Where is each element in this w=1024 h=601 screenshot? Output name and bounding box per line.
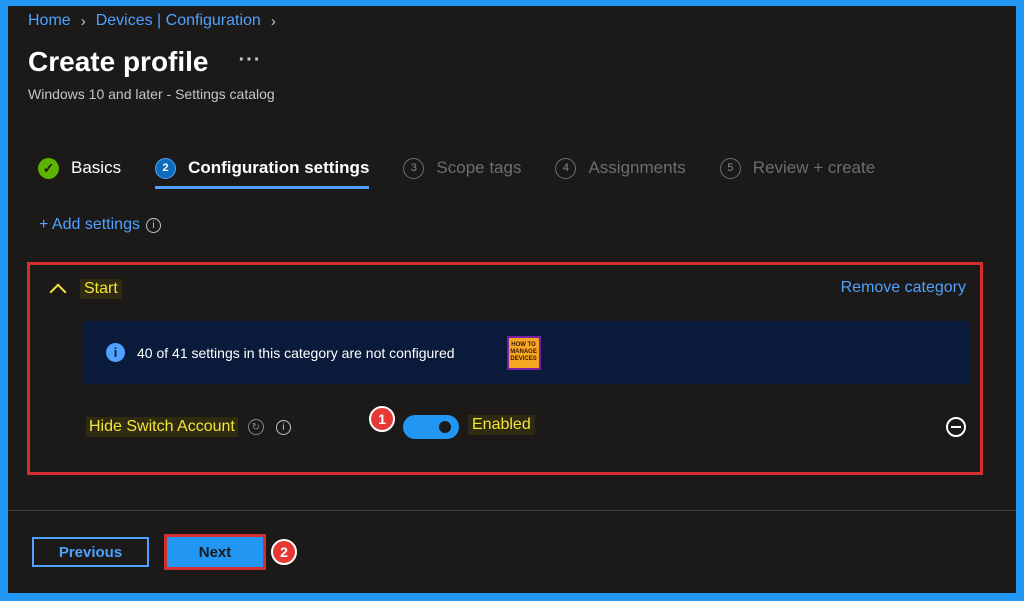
toggle-state-label: Enabled [468,415,535,435]
step-label: Assignments [588,158,686,177]
next-button-highlight: Next [164,534,266,570]
setting-row-hide-switch-account: Hide Switch Account ↻ i 1 Enabled [86,406,966,444]
step-number-icon: 2 [155,157,177,179]
footer-divider [8,510,1016,511]
breadcrumb-home[interactable]: Home [28,12,71,30]
add-settings-label[interactable]: + Add settings [39,216,140,234]
info-icon[interactable]: i [275,419,291,435]
step-label: Basics [71,158,122,177]
more-options-icon[interactable]: ··· [239,49,262,72]
page-title: Create profile [28,46,209,77]
step-label: Scope tags [436,158,522,177]
step-number-icon: 3 [403,157,425,179]
page-subtitle: Windows 10 and later - Settings catalog [28,86,275,102]
chevron-right-icon: › [80,12,86,30]
step-number-icon: 4 [555,157,577,179]
category-header[interactable]: Start [49,279,122,301]
category-title: Start [80,279,122,299]
chevron-right-icon: › [270,12,276,30]
step-label: Configuration settings [188,158,370,177]
info-filled-icon: i [106,343,125,362]
enabled-toggle[interactable] [403,415,459,439]
app-frame: Home › Devices | Configuration › Create … [8,6,1016,593]
step-basics[interactable]: ✓ Basics [38,151,121,185]
step-review-create[interactable]: 5 Review + create [719,151,876,185]
setting-label: Hide Switch Account [86,417,238,437]
page-title-row: Create profile ··· [28,46,261,78]
step-scope-tags[interactable]: 3 Scope tags [403,151,521,185]
next-button[interactable]: Next [167,537,263,567]
step-configuration-settings[interactable]: 2 Configuration settings [155,151,370,189]
info-banner: i 40 of 41 settings in this category are… [84,321,970,384]
previous-button[interactable]: Previous [32,537,149,567]
annotation-badge-2: 2 [271,539,297,565]
step-assignments[interactable]: 4 Assignments [555,151,686,185]
chevron-up-icon[interactable] [49,283,67,301]
toggle-knob [439,421,451,433]
info-icon[interactable]: i [145,217,161,233]
checkmark-icon: ✓ [38,157,59,179]
remove-category-link[interactable]: Remove category [841,279,966,297]
annotation-badge-1: 1 [369,406,395,432]
add-settings-link[interactable]: + Add settings i [39,216,161,234]
step-number-icon: 5 [719,157,741,179]
category-panel-start: Start Remove category i 40 of 41 setting… [27,262,983,475]
breadcrumb-devices-configuration[interactable]: Devices | Configuration [96,12,261,30]
remove-setting-icon[interactable] [946,417,966,437]
wizard-steps: ✓ Basics 2 Configuration settings 3 Scop… [38,151,909,189]
banner-message: 40 of 41 settings in this category are n… [137,344,455,361]
sync-icon: ↻ [247,419,264,435]
step-label: Review + create [752,158,876,177]
watermark-logo: HOW TO MANAGE DEVICES [506,335,541,370]
breadcrumb: Home › Devices | Configuration › [28,12,276,30]
